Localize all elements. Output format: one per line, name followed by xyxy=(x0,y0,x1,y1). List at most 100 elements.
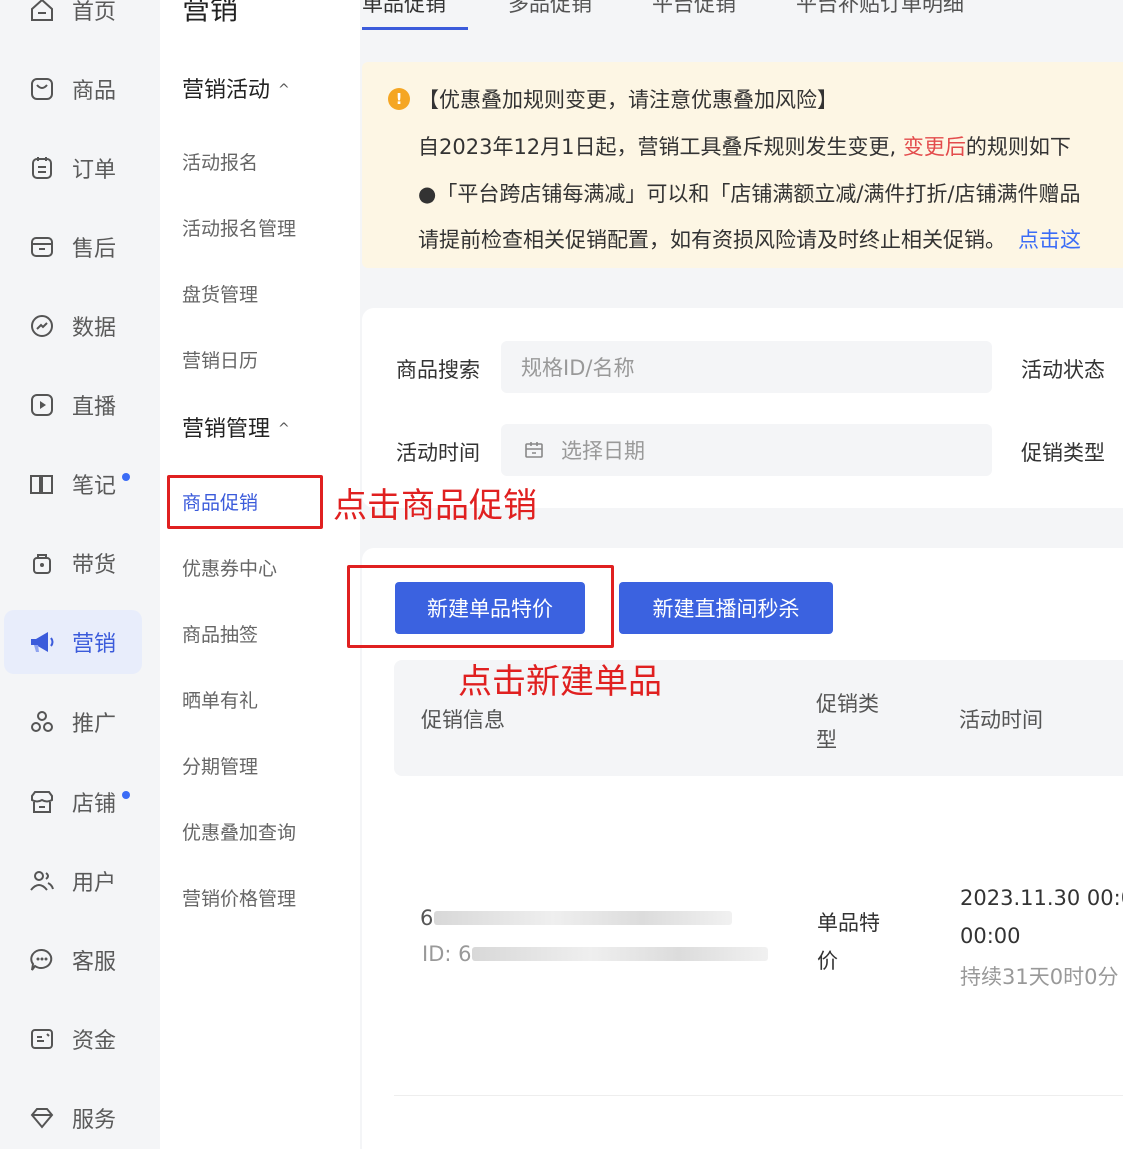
nav-item-home[interactable]: 首页 xyxy=(28,0,116,30)
th-promotion-type: 促销类型 xyxy=(816,692,879,752)
bag-icon xyxy=(33,554,51,574)
row-time-start: 2023.11.30 00:0 xyxy=(960,886,1123,910)
notice-line-4: 请提前检查相关促销配置，如有资损风险请及时终止相关促销。 点击这 xyxy=(418,224,1081,254)
notice-title: 【优惠叠加规则变更，请注意优惠叠加风险】 xyxy=(418,88,838,112)
row-duration: 持续31天0时0分 xyxy=(960,965,1119,989)
notice-highlight: 变更后 xyxy=(902,135,966,159)
users-icon xyxy=(30,871,54,891)
nav-item-label: 首页 xyxy=(72,0,117,25)
subnav-item-inventory-mgmt[interactable]: 盘货管理 xyxy=(182,280,258,307)
subnav-item-review-gift[interactable]: 晒单有礼 xyxy=(182,686,258,713)
nav-item-label: 直播 xyxy=(72,395,117,420)
tab-multi-promotion[interactable]: 多品促销 xyxy=(508,0,592,18)
redacted-product-id xyxy=(472,947,768,961)
annotation-click-new-single: 点击新建单品 xyxy=(458,662,662,702)
subnav-item-product-lottery[interactable]: 商品抽签 xyxy=(182,620,258,647)
date-picker[interactable]: 选择日期 xyxy=(501,424,992,476)
new-live-flash-sale-button[interactable]: 新建直播间秒杀 xyxy=(619,582,833,634)
nav-item-label: 订单 xyxy=(72,158,117,183)
search-label: 商品搜索 xyxy=(396,358,480,382)
row-time-end: 00:00 xyxy=(960,924,1021,948)
nav-item-live[interactable]: 直播 xyxy=(28,385,116,425)
search-placeholder: 规格ID/名称 xyxy=(521,356,635,380)
nav-item-store[interactable]: 店铺 xyxy=(28,782,131,822)
store-icon xyxy=(31,791,53,813)
nav-item-promote[interactable]: 推广 xyxy=(28,702,116,742)
chevron-up-icon: ^ xyxy=(278,421,290,437)
main-sidebar: 首页 商品 订单 售后 数据 直播 笔记 带货 营销 推广 店铺 用户 客服 资… xyxy=(0,0,160,1149)
tab-single-promotion[interactable]: 单品促销 xyxy=(362,0,446,18)
notice-text: 的规则如下 xyxy=(965,135,1071,159)
subnav-item-activity-signup-mgmt[interactable]: 活动报名管理 xyxy=(182,214,296,241)
subnav-item-coupon-center[interactable]: 优惠券中心 xyxy=(182,554,277,581)
nav-item-marketing[interactable]: 营销 xyxy=(28,622,116,662)
subnav-item-discount-stack-query[interactable]: 优惠叠加查询 xyxy=(182,818,296,845)
notice-line-2: 自2023年12月1日起，营销工具叠斥规则发生变更, 变更后的规则如下 xyxy=(418,131,1071,161)
goods-icon xyxy=(31,78,53,100)
notice-text: 请提前检查相关促销配置，如有资损风险请及时终止相关促销。 xyxy=(418,228,1006,252)
chat-icon xyxy=(30,948,53,971)
secondary-sidebar: 营销 营销活动 ^ 活动报名 活动报名管理 盘货管理 营销日历 营销管理 ^ 商品促… xyxy=(160,0,360,1149)
row-divider xyxy=(394,1095,1123,1096)
nav-item-service[interactable]: 服务 xyxy=(28,1098,116,1138)
nav-item-aftersale[interactable]: 售后 xyxy=(28,227,116,267)
notes-icon xyxy=(30,475,53,494)
home-icon xyxy=(31,0,53,21)
status-label: 活动状态 xyxy=(1021,358,1105,382)
tab-platform-subsidy-orders[interactable]: 平台补贴订单明细 xyxy=(796,0,964,18)
annotation-box-new-single xyxy=(347,565,614,648)
nav-item-service-chat[interactable]: 客服 xyxy=(28,940,116,980)
annotation-box-product-promotion xyxy=(167,475,323,529)
group-marketing-activities[interactable]: 营销活动 ^ xyxy=(182,72,290,104)
nav-item-label: 带货 xyxy=(72,553,117,578)
th-promotion-info: 促销信息 xyxy=(421,708,505,732)
nav-item-label: 营销 xyxy=(72,632,117,657)
notice-line-3: ●「平台跨店铺每满减」可以和「店铺满额立减/满件打折/店铺满件赠品 xyxy=(418,182,1081,206)
megaphone-icon xyxy=(31,632,54,652)
nav-item-goods[interactable]: 商品 xyxy=(28,69,116,109)
nav-item-notes[interactable]: 笔记 xyxy=(28,464,131,504)
nav-item-label: 服务 xyxy=(72,1108,117,1133)
row-name-prefix: 6 xyxy=(420,906,434,930)
wallet-icon xyxy=(31,1029,53,1049)
subnav-item-installment-mgmt[interactable]: 分期管理 xyxy=(182,752,258,779)
live-icon xyxy=(31,394,53,416)
nav-item-label: 推广 xyxy=(72,712,117,737)
data-icon xyxy=(31,315,53,337)
calendar-icon xyxy=(525,442,543,458)
group-marketing-mgmt[interactable]: 营销管理 ^ xyxy=(182,411,290,443)
notice-text: 自2023年12月1日起，营销工具叠斥规则发生变更, xyxy=(418,135,903,159)
type-label: 促销类型 xyxy=(1021,441,1105,465)
subnav-item-activity-signup[interactable]: 活动报名 xyxy=(182,148,258,175)
aftersale-icon xyxy=(31,237,53,257)
nav-item-orders[interactable]: 订单 xyxy=(28,148,116,188)
row-promotion-type: 单品特价 xyxy=(817,911,880,973)
chevron-up-icon: ^ xyxy=(278,82,290,98)
time-label: 活动时间 xyxy=(396,441,480,465)
nav-item-label: 售后 xyxy=(72,237,117,262)
tab-platform-promotion[interactable]: 平台促销 xyxy=(652,0,736,18)
nav-item-label: 笔记 xyxy=(72,474,117,499)
annotation-click-product-promotion: 点击商品促销 xyxy=(333,486,537,526)
warning-icon: ! xyxy=(388,88,410,110)
nav-item-bag[interactable]: 带货 xyxy=(28,543,116,583)
notification-dot xyxy=(122,473,131,481)
diamond-icon xyxy=(30,1108,54,1129)
subnav-item-price-mgmt[interactable]: 营销价格管理 xyxy=(182,884,296,911)
active-tab-indicator xyxy=(362,27,468,30)
subnav-item-marketing-calendar[interactable]: 营销日历 xyxy=(182,346,258,373)
nav-item-label: 资金 xyxy=(72,1029,117,1054)
nav-item-funds[interactable]: 资金 xyxy=(28,1019,116,1059)
nav-item-data[interactable]: 数据 xyxy=(28,306,116,346)
nav-item-label: 店铺 xyxy=(72,792,117,817)
notice-banner: ! 【优惠叠加规则变更，请注意优惠叠加风险】 自2023年12月1日起，营销工具… xyxy=(362,62,1123,268)
notification-dot xyxy=(122,791,131,799)
nav-item-label: 用户 xyxy=(72,871,117,896)
redacted-product-name xyxy=(434,911,732,925)
order-icon xyxy=(32,157,52,179)
search-input[interactable]: 规格ID/名称 xyxy=(501,341,992,393)
nav-item-users[interactable]: 用户 xyxy=(28,861,116,901)
notice-link[interactable]: 点击这 xyxy=(1018,228,1081,252)
nav-item-label: 商品 xyxy=(72,79,117,104)
row-id: ID: 6 xyxy=(422,942,472,966)
